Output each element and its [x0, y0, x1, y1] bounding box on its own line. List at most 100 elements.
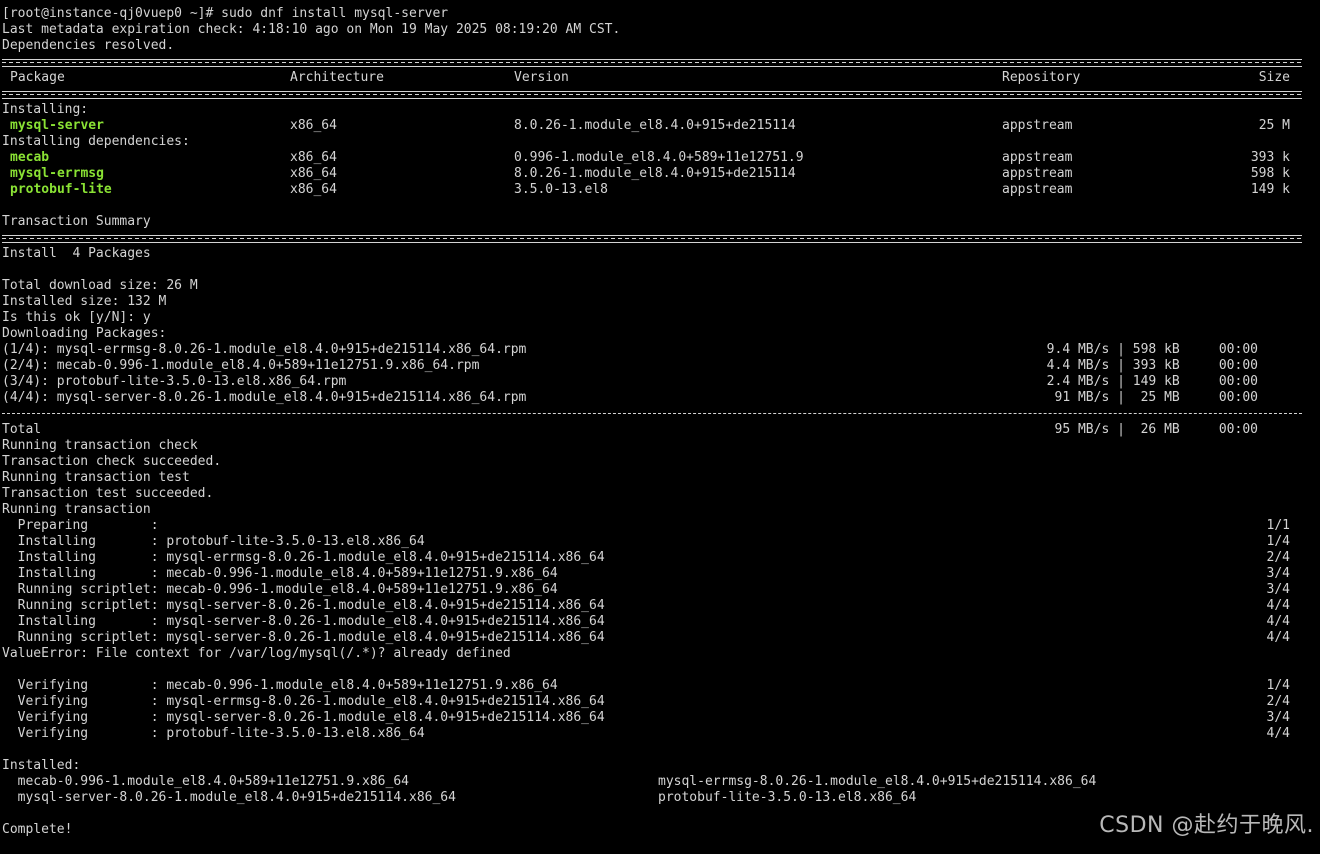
package-name: mysql-errmsg [10, 166, 104, 181]
package-repo: appstream [1002, 118, 1073, 133]
installed-size-line: Installed size: 132 M [2, 294, 167, 309]
download-row: (3/4): protobuf-lite-3.5.0-13.el8.x86_64… [2, 374, 1302, 390]
header-size: Size [1258, 70, 1290, 85]
verify-text: Verifying : mecab-0.996-1.module_el8.4.0… [2, 678, 558, 693]
download-stats: 2.4 MB/s | 149 kB 00:00 [1046, 374, 1258, 389]
transaction-line: Running transaction [2, 502, 151, 517]
step-text: Installing : mysql-errmsg-8.0.26-1.modul… [2, 550, 605, 565]
package-row: protobuf-lite x86_64 3.5.0-13.el8 appstr… [2, 182, 1302, 198]
dashed-separator [2, 406, 1302, 422]
total-stats: 95 MB/s | 26 MB 00:00 [1046, 422, 1258, 437]
table-header-row: Package Architecture Version Repository … [2, 70, 1302, 86]
total-row: Total 95 MB/s | 26 MB 00:00 [2, 422, 1302, 438]
download-stats: 9.4 MB/s | 598 kB 00:00 [1046, 342, 1258, 357]
step-text: Installing : mysql-server-8.0.26-1.modul… [2, 614, 605, 629]
step-row: Installing : mecab-0.996-1.module_el8.4.… [2, 566, 1302, 582]
package-arch: x86_64 [290, 166, 337, 181]
verify-row: Verifying : mecab-0.996-1.module_el8.4.0… [2, 678, 1302, 694]
double-separator [2, 86, 1302, 102]
prompt-command-line: [root@instance-qj0vuep0 ~]# sudo dnf ins… [2, 6, 449, 21]
header-architecture: Architecture [290, 70, 384, 85]
verify-count: 4/4 [1266, 726, 1290, 741]
step-row: Running scriptlet: mysql-server-8.0.26-1… [2, 630, 1302, 646]
installed-label: Installed: [2, 758, 81, 773]
download-file: (3/4): protobuf-lite-3.5.0-13.el8.x86_64… [2, 374, 347, 389]
download-size-line: Total download size: 26 M [2, 278, 198, 293]
installed-right: mysql-errmsg-8.0.26-1.module_el8.4.0+915… [658, 774, 1097, 789]
downloading-label: Downloading Packages: [2, 326, 167, 341]
package-repo: appstream [1002, 182, 1073, 197]
verify-row: Verifying : mysql-server-8.0.26-1.module… [2, 710, 1302, 726]
step-text: Installing : mecab-0.996-1.module_el8.4.… [2, 566, 558, 581]
transaction-line: Transaction test succeeded. [2, 486, 214, 501]
step-count: 4/4 [1266, 598, 1290, 613]
dependencies-resolved-line: Dependencies resolved. [2, 38, 175, 53]
step-row: Installing : mysql-errmsg-8.0.26-1.modul… [2, 550, 1302, 566]
package-name: protobuf-lite [10, 182, 112, 197]
step-text: Installing : protobuf-lite-3.5.0-13.el8.… [2, 534, 425, 549]
package-row: mysql-server x86_64 8.0.26-1.module_el8.… [2, 118, 1302, 134]
transaction-line: Transaction check succeeded. [2, 454, 222, 469]
package-arch: x86_64 [290, 182, 337, 197]
package-version: 8.0.26-1.module_el8.4.0+915+de215114 [514, 166, 796, 181]
step-count: 4/4 [1266, 630, 1290, 645]
error-line: ValueError: File context for /var/log/my… [2, 646, 511, 661]
csdn-watermark: CSDN @赴约于晚风. [1099, 813, 1314, 838]
download-stats: 4.4 MB/s | 393 kB 00:00 [1046, 358, 1258, 373]
terminal-output[interactable]: [root@instance-qj0vuep0 ~]# sudo dnf ins… [2, 6, 1302, 838]
step-count: 4/4 [1266, 614, 1290, 629]
download-file: (1/4): mysql-errmsg-8.0.26-1.module_el8.… [2, 342, 527, 357]
package-repo: appstream [1002, 166, 1073, 181]
step-text: Running scriptlet: mysql-server-8.0.26-1… [2, 630, 605, 645]
installed-right: protobuf-lite-3.5.0-13.el8.x86_64 [658, 790, 917, 805]
step-text: Running scriptlet: mecab-0.996-1.module_… [2, 582, 558, 597]
double-separator [2, 230, 1302, 246]
package-arch: x86_64 [290, 150, 337, 165]
dependencies-label: Installing dependencies: [2, 134, 190, 149]
package-version: 8.0.26-1.module_el8.4.0+915+de215114 [514, 118, 796, 133]
step-text: Preparing : [2, 518, 597, 533]
package-row: mecab x86_64 0.996-1.module_el8.4.0+589+… [2, 150, 1302, 166]
step-row: Installing : protobuf-lite-3.5.0-13.el8.… [2, 534, 1302, 550]
download-file: (4/4): mysql-server-8.0.26-1.module_el8.… [2, 390, 527, 405]
verify-count: 1/4 [1266, 678, 1290, 693]
installed-left: mysql-server-8.0.26-1.module_el8.4.0+915… [2, 790, 456, 805]
verify-row: Verifying : protobuf-lite-3.5.0-13.el8.x… [2, 726, 1302, 742]
step-count: 1/4 [1266, 534, 1290, 549]
header-version: Version [514, 70, 569, 85]
installed-row: mecab-0.996-1.module_el8.4.0+589+11e1275… [2, 774, 1302, 790]
verify-row: Verifying : mysql-errmsg-8.0.26-1.module… [2, 694, 1302, 710]
package-repo: appstream [1002, 150, 1073, 165]
download-row: (4/4): mysql-server-8.0.26-1.module_el8.… [2, 390, 1302, 406]
step-count: 3/4 [1266, 566, 1290, 581]
verify-text: Verifying : protobuf-lite-3.5.0-13.el8.x… [2, 726, 425, 741]
package-name: mecab [10, 150, 50, 165]
package-version: 3.5.0-13.el8 [514, 182, 608, 197]
download-file: (2/4): mecab-0.996-1.module_el8.4.0+589+… [2, 358, 480, 373]
step-text: Running scriptlet: mysql-server-8.0.26-1… [2, 598, 605, 613]
package-size: 393 k [1250, 150, 1290, 165]
header-package: Package [10, 70, 65, 85]
download-row: (1/4): mysql-errmsg-8.0.26-1.module_el8.… [2, 342, 1302, 358]
package-size: 598 k [1250, 166, 1290, 181]
installed-left: mecab-0.996-1.module_el8.4.0+589+11e1275… [2, 774, 409, 789]
verify-count: 3/4 [1266, 710, 1290, 725]
package-size: 149 k [1250, 182, 1290, 197]
download-row: (2/4): mecab-0.996-1.module_el8.4.0+589+… [2, 358, 1302, 374]
download-stats: 91 MB/s | 25 MB 00:00 [1046, 390, 1258, 405]
package-arch: x86_64 [290, 118, 337, 133]
transaction-line: Running transaction test [2, 470, 190, 485]
double-separator [2, 54, 1302, 70]
install-count-line: Install 4 Packages [2, 246, 151, 261]
verify-count: 2/4 [1266, 694, 1290, 709]
package-version: 0.996-1.module_el8.4.0+589+11e12751.9 [514, 150, 804, 165]
transaction-line: Running transaction check [2, 438, 198, 453]
package-name: mysql-server [10, 118, 104, 133]
verify-text: Verifying : mysql-errmsg-8.0.26-1.module… [2, 694, 605, 709]
step-row: Running scriptlet: mecab-0.996-1.module_… [2, 582, 1302, 598]
step-row: Preparing : 1/1 [2, 518, 1302, 534]
